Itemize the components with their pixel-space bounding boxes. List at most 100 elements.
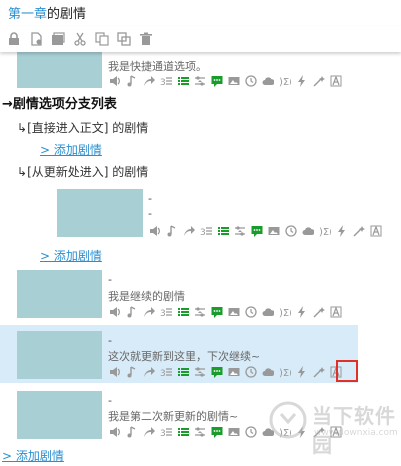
music-note-icon[interactable] [165,224,178,237]
magic-wand-icon[interactable] [312,74,325,87]
comment-bubble-icon[interactable] [210,365,223,378]
bracket-icon[interactable]: )Σ( [318,224,331,237]
settings-sliders-icon[interactable] [193,425,206,438]
volume-icon[interactable] [108,425,121,438]
svg-text:)Σ(: )Σ( [279,368,291,378]
watermark-logo-icon [269,401,307,439]
image-icon[interactable] [227,365,240,378]
text-a-icon[interactable] [329,305,342,318]
branch-list-heading: →剧情选项分支列表 [2,93,117,112]
tree-elbow-icon: ↳ [17,121,28,135]
clock-icon[interactable] [244,305,257,318]
chapter-name[interactable]: 第一章 [8,7,47,22]
arrow-right-icon: → [2,97,13,112]
volume-icon[interactable] [108,365,121,378]
lightning-icon[interactable] [335,224,348,237]
volume-icon[interactable] [148,224,161,237]
bracket-icon[interactable]: )Σ( [278,305,291,318]
image-icon[interactable] [267,224,280,237]
share-arrow-icon[interactable] [142,74,155,87]
cloud-icon[interactable] [261,305,274,318]
magic-wand-icon[interactable] [312,365,325,378]
list-icon[interactable] [176,305,189,318]
text-a-icon[interactable] [369,224,382,237]
image-icon[interactable] [227,305,240,318]
comment-bubble-icon[interactable] [210,305,223,318]
text-a-icon[interactable] [329,74,342,87]
branch-name: 直接进入正文 [31,121,104,135]
lightning-icon[interactable] [295,305,308,318]
story-thumbnail[interactable] [17,391,102,439]
lightning-icon[interactable] [295,365,308,378]
lightning-icon[interactable] [295,74,308,87]
volume-icon[interactable] [108,305,121,318]
branch-suffix: ] 的剧情 [103,121,149,135]
share-arrow-icon[interactable] [182,224,195,237]
image-icon[interactable] [227,425,240,438]
settings-sliders-icon[interactable] [193,74,206,87]
branch-suffix: ] 的剧情 [103,165,149,179]
cloud-icon[interactable] [301,224,314,237]
highlight-callout-box [336,360,358,382]
new-file-icon[interactable] [28,31,44,47]
story-dash: - [108,394,112,407]
nested-story-action-icons: 3 )Σ( [148,224,382,238]
add-story-link[interactable]: > 添加剧情 [2,447,64,464]
share-arrow-icon[interactable] [142,305,155,318]
magic-wand-icon[interactable] [312,305,325,318]
story-thumbnail[interactable] [17,270,102,318]
svg-text:3: 3 [200,228,206,237]
list-icon[interactable] [176,425,189,438]
settings-sliders-icon[interactable] [193,365,206,378]
svg-text:3: 3 [160,429,166,438]
branch-direct-entry: ↳[直接进入正文] 的剧情 [17,119,148,136]
comment-bubble-icon[interactable] [210,74,223,87]
image-icon[interactable] [227,74,240,87]
clock-icon[interactable] [244,74,257,87]
music-note-icon[interactable] [125,365,138,378]
svg-text:3: 3 [160,309,166,318]
character-icon[interactable]: 3 [159,74,172,87]
clock-icon[interactable] [244,365,257,378]
cut-icon[interactable] [72,31,88,47]
clock-icon[interactable] [244,425,257,438]
music-note-icon[interactable] [125,74,138,87]
music-note-icon[interactable] [125,425,138,438]
shortcut-thumbnail[interactable] [17,50,102,88]
character-icon[interactable]: 3 [159,305,172,318]
add-story-link[interactable]: > 添加剧情 [40,247,102,264]
bracket-icon[interactable]: )Σ( [278,74,291,87]
story-description: 我是继续的剧情 [108,290,185,303]
story-action-icons: 3 )Σ( [108,305,342,319]
add-story-link[interactable]: > 添加剧情 [40,141,102,158]
bracket-icon[interactable]: )Σ( [278,365,291,378]
character-icon[interactable]: 3 [159,425,172,438]
duplicate-icon[interactable] [116,31,132,47]
clock-icon[interactable] [284,224,297,237]
magic-wand-icon[interactable] [352,224,365,237]
nested-story-line2: - [148,207,152,220]
copy-icon[interactable] [94,31,110,47]
comment-bubble-icon[interactable] [210,425,223,438]
comment-bubble-icon[interactable] [250,224,263,237]
cloud-icon[interactable] [261,74,274,87]
lock-icon[interactable] [6,31,22,47]
list-icon[interactable] [216,224,229,237]
share-arrow-icon[interactable] [142,365,155,378]
share-arrow-icon[interactable] [142,425,155,438]
nested-story-thumbnail[interactable] [57,189,143,237]
branch-update-entry: ↳[从更新处进入] 的剧情 [17,163,148,180]
story-thumbnail[interactable] [17,331,102,379]
settings-sliders-icon[interactable] [233,224,246,237]
character-icon[interactable]: 3 [199,224,212,237]
character-icon[interactable]: 3 [159,365,172,378]
trash-icon[interactable] [138,31,154,47]
settings-sliders-icon[interactable] [193,305,206,318]
list-icon[interactable] [176,365,189,378]
list-icon[interactable] [176,74,189,87]
volume-icon[interactable] [108,74,121,87]
music-note-icon[interactable] [125,305,138,318]
svg-text:3: 3 [160,78,166,87]
save-icon[interactable] [50,31,66,47]
cloud-icon[interactable] [261,365,274,378]
